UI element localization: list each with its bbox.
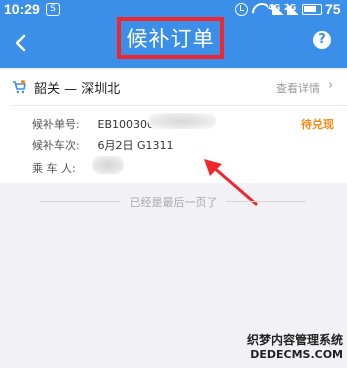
end-of-list-text: 已经是最后一页了 (129, 196, 218, 209)
signal-label: 4G (268, 3, 281, 12)
help-button[interactable]: ? (313, 31, 331, 49)
order-number-value: EB100300 (97, 118, 155, 131)
title-highlight: 候补订单 (117, 17, 224, 59)
notification-icon: S (46, 3, 60, 16)
wifi-icon (252, 3, 268, 15)
clock: 10:29 (4, 1, 40, 17)
watermark-url: DEDECMS.COM (250, 348, 343, 361)
alarm-icon (235, 3, 248, 16)
question-icon: ? (318, 32, 326, 47)
order-number-row: 候补单号: EB100300 (32, 116, 154, 132)
page-title: 候补订单 (126, 27, 215, 51)
redacted-mask (92, 156, 124, 174)
train-row: 候补车次: 6月2日 G1311 (32, 137, 174, 153)
chevron-right-icon[interactable]: › (328, 78, 333, 93)
passenger-row: 乘 车 人: (32, 160, 94, 176)
watermark-title: 织梦内容管理系统 (246, 333, 343, 347)
chevron-left-icon (15, 34, 26, 52)
status-badge: 待兑现 (301, 118, 334, 131)
battery-level: 75 (325, 1, 341, 17)
train-label: 候补车次: (32, 139, 80, 152)
view-details-link[interactable]: 查看详情 (276, 80, 320, 96)
cart-icon (13, 80, 26, 94)
app-header: 10:29 S 4G 2G 75 候补订单 ? (0, 0, 347, 68)
divider (226, 201, 306, 202)
passenger-label: 乘 车 人: (32, 162, 76, 175)
divider (12, 105, 347, 106)
order-card[interactable]: 韶关 — 深圳北 查看详情 › 候补单号: EB100300 待兑现 候补车次:… (0, 70, 347, 183)
end-of-list: 已经是最后一页了 (0, 192, 347, 212)
battery-icon (302, 4, 322, 15)
train-value: 6月2日 G1311 (97, 139, 174, 152)
signal-label: 2G (284, 3, 297, 12)
order-number-label: 候补单号: (32, 118, 80, 131)
route-label: 韶关 — 深圳北 (34, 82, 121, 97)
back-button[interactable] (12, 34, 30, 52)
watermark: 织梦内容管理系统 DEDECMS.COM (241, 333, 347, 368)
redacted-mask (148, 113, 216, 129)
